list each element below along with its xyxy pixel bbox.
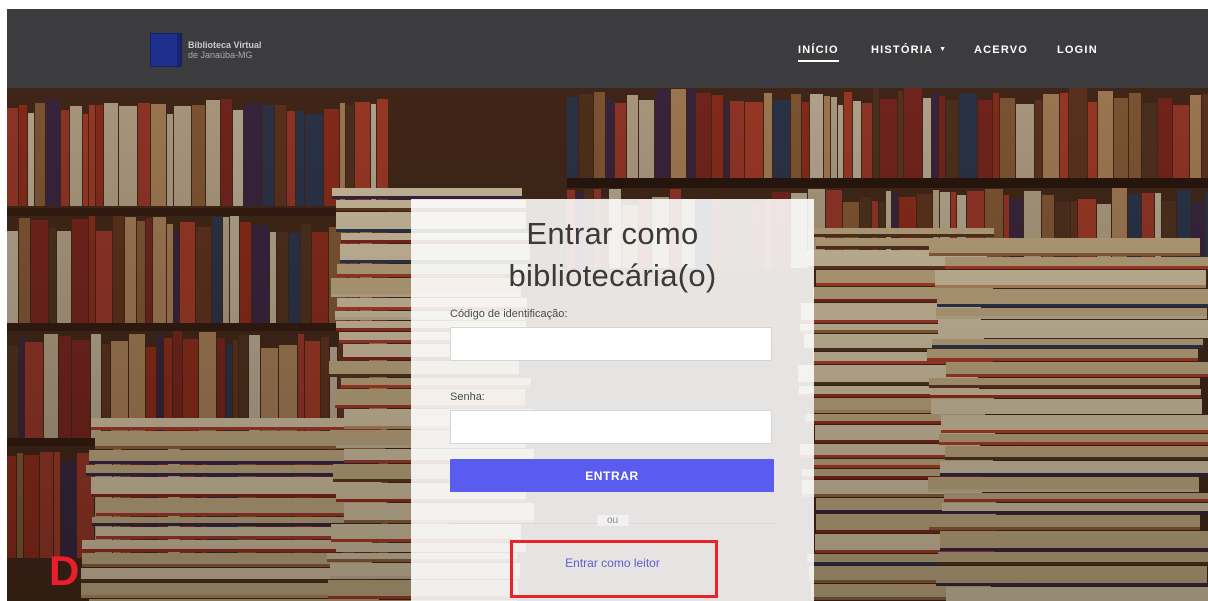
d-watermark-logo: D <box>49 547 80 594</box>
enter-as-reader-link[interactable]: Entrar como leitor <box>411 556 814 570</box>
nav-item-historia[interactable]: HISTÓRIA ▼ <box>871 44 947 56</box>
code-label: Código de identificação: <box>450 308 568 320</box>
nav-item-inicio[interactable]: INÍCIO <box>798 44 839 62</box>
password-label: Senha: <box>450 391 485 403</box>
caret-down-icon: ▼ <box>939 46 948 53</box>
nav-item-login[interactable]: LOGIN <box>1057 44 1098 56</box>
code-input[interactable] <box>450 327 772 361</box>
navbar: Biblioteca Virtual de Janaúba-MG INÍCIO … <box>7 9 1208 88</box>
app-frame: Biblioteca Virtual de Janaúba-MG INÍCIO … <box>7 9 1208 601</box>
divider-text: ou <box>596 515 629 526</box>
nav-item-acervo[interactable]: ACERVO <box>974 44 1028 56</box>
login-title: Entrar como bibliotecária(o) <box>411 213 814 297</box>
nav-item-historia-label: HISTÓRIA <box>871 44 934 56</box>
password-input[interactable] <box>450 410 772 444</box>
nav-menu: INÍCIO HISTÓRIA ▼ ACERVO LOGIN <box>7 9 1208 88</box>
login-card: Entrar como bibliotecária(o) Código de i… <box>411 199 814 601</box>
login-title-line-1: Entrar como <box>526 216 699 251</box>
enter-button[interactable]: ENTRAR <box>450 459 774 492</box>
login-title-line-2: bibliotecária(o) <box>508 258 717 293</box>
